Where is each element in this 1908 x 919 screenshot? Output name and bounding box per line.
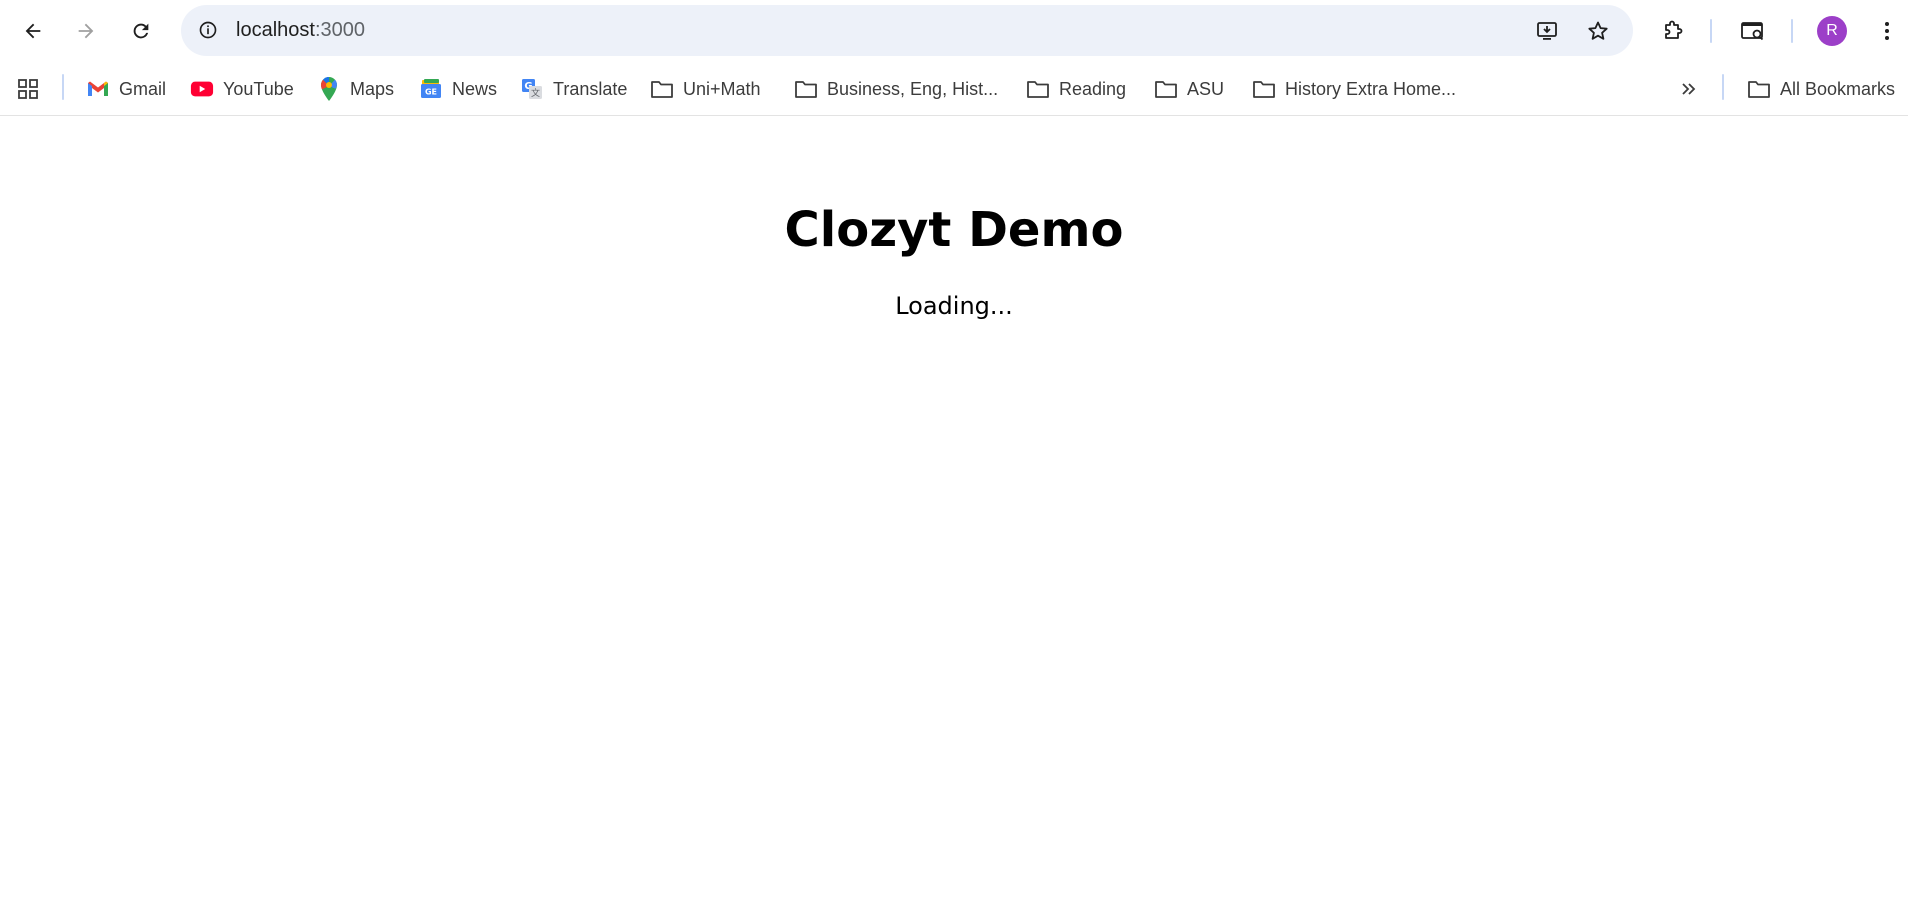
site-info-button[interactable]: [188, 10, 228, 50]
gmail-icon: [86, 77, 110, 101]
puzzle-icon: [1665, 20, 1683, 39]
bookmark-maps[interactable]: Maps: [317, 71, 394, 107]
bookmark-label: Gmail: [119, 78, 167, 99]
all-bookmarks-button[interactable]: All Bookmarks: [1747, 71, 1895, 107]
folder-icon: [1747, 77, 1771, 101]
browser-menu-button[interactable]: [1866, 10, 1908, 52]
url-text[interactable]: localhost:3000: [236, 5, 365, 56]
address-bar[interactable]: localhost:3000: [181, 5, 1633, 56]
forward-button[interactable]: [65, 10, 107, 52]
folder-icon: [1252, 77, 1276, 101]
install-app-button[interactable]: [1526, 10, 1568, 52]
translate-icon: G文: [520, 77, 544, 101]
news-icon: GE: [419, 77, 443, 101]
all-bookmarks-label: All Bookmarks: [1780, 78, 1896, 99]
bookmark-label: News: [452, 78, 498, 99]
tab-search-button[interactable]: [1732, 10, 1774, 52]
bookmark-folder-uni-math[interactable]: Uni+Math: [650, 71, 761, 107]
arrow-left-icon: [25, 23, 41, 39]
bookmark-label: ASU: [1187, 78, 1225, 99]
bookmark-label: Business, Eng, Hist...: [827, 78, 999, 99]
reload-button[interactable]: [120, 10, 162, 52]
back-button[interactable]: [12, 10, 54, 52]
bookmark-youtube[interactable]: YouTube: [190, 71, 294, 107]
apps-button[interactable]: [16, 71, 40, 107]
bookmark-folder-asu[interactable]: ASU: [1154, 71, 1224, 107]
bookmark-translate[interactable]: G文 Translate: [520, 71, 627, 107]
url-port: :3000: [314, 19, 365, 41]
bookmark-star-button[interactable]: [1577, 10, 1619, 52]
bookmark-label: Reading: [1059, 78, 1127, 99]
browser-toolbar: localhost:3000 R: [0, 0, 1908, 62]
bookmarks-bar: Gmail YouTube Maps GE News G文 Translate …: [0, 62, 1908, 116]
folder-icon: [1026, 77, 1050, 101]
bookmark-folder-reading[interactable]: Reading: [1026, 71, 1126, 107]
profile-avatar[interactable]: R: [1817, 16, 1847, 46]
youtube-icon: [190, 77, 214, 101]
bookmarks-overflow-button[interactable]: [1677, 71, 1701, 107]
bookmark-label: YouTube: [223, 78, 294, 99]
svg-text:文: 文: [531, 87, 540, 99]
url-host: localhost: [236, 19, 315, 41]
page-content: Clozyt Demo Loading...: [0, 117, 1908, 919]
loading-status: Loading...: [895, 292, 1013, 320]
bookmark-label: Maps: [350, 78, 395, 99]
bookmark-folder-history-extra[interactable]: History Extra Home...: [1252, 71, 1456, 107]
svg-text:GE: GE: [425, 88, 437, 97]
toolbar-divider: [1710, 19, 1712, 43]
toolbar-divider: [1791, 19, 1793, 43]
bookmark-label: Uni+Math: [683, 78, 761, 99]
reload-icon: [133, 23, 149, 39]
kebab-menu-icon: [1885, 22, 1889, 40]
bookmark-news[interactable]: GE News: [419, 71, 497, 107]
folder-icon: [1154, 77, 1178, 101]
maps-icon: [317, 77, 341, 101]
bookmark-gmail[interactable]: Gmail: [86, 71, 166, 107]
info-circle-icon: [199, 21, 217, 39]
install-app-icon: [1537, 22, 1557, 40]
bookmark-label: Translate: [553, 78, 628, 99]
page-title: Clozyt Demo: [784, 202, 1124, 258]
star-icon: [1588, 21, 1608, 40]
bookmark-folder-business[interactable]: Business, Eng, Hist...: [794, 71, 998, 107]
bookmarks-divider: [62, 74, 64, 100]
bookmarks-divider: [1722, 74, 1724, 100]
double-chevron-right-icon: [1677, 77, 1701, 101]
extensions-button[interactable]: [1652, 10, 1694, 52]
folder-icon: [650, 77, 674, 101]
bookmark-label: History Extra Home...: [1285, 78, 1457, 99]
apps-grid-icon: [16, 77, 40, 101]
tab-search-icon: [1741, 22, 1764, 41]
folder-icon: [794, 77, 818, 101]
arrow-right-icon: [78, 23, 94, 39]
